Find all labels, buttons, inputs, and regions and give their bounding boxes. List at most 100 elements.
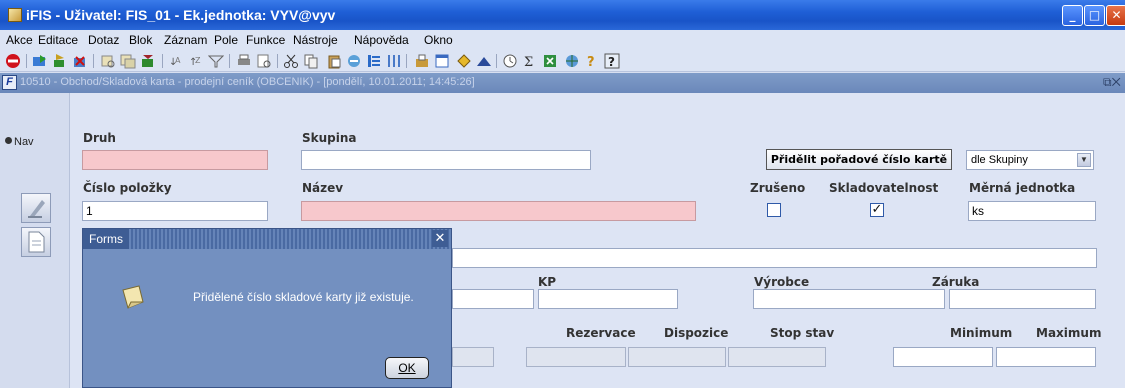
skladovatelnost-checkbox[interactable]: ✓	[870, 203, 884, 217]
toolbar: ↓ A ↑ Z Σ ? ?	[0, 50, 1125, 72]
merna-jednotka-field[interactable]: ks	[968, 201, 1096, 221]
print-icon[interactable]	[236, 53, 252, 69]
vyrobce-field[interactable]	[753, 289, 945, 309]
menu-item-napoveda[interactable]: Nápověda	[354, 33, 409, 47]
stop-stav-label: Stop stav	[770, 326, 835, 340]
maximum-label: Maximum	[1036, 326, 1102, 340]
svg-text:?: ?	[587, 55, 595, 69]
toolbar-separator	[277, 54, 278, 68]
window-title: iFIS - Uživatel: FIS_01 - Ek.jednotka: V…	[26, 7, 336, 23]
zruseno-checkbox[interactable]	[767, 203, 781, 217]
zruseno-label: Zrušeno	[750, 181, 806, 195]
close-button[interactable]: ✕	[1106, 5, 1125, 26]
svg-text:A: A	[175, 56, 181, 65]
clock-icon[interactable]	[502, 53, 518, 69]
help-wizard-icon[interactable]: ?	[584, 53, 600, 69]
list-icon[interactable]	[366, 53, 382, 69]
nazev-field[interactable]	[301, 201, 696, 221]
inner-window-title-bar: F 10510 - Obchod/Skladová karta - prodej…	[0, 73, 1125, 93]
query-cancel-icon[interactable]	[140, 53, 156, 69]
cislo-polozky-label: Číslo položky	[83, 181, 172, 195]
chevron-down-icon[interactable]: ▼	[1077, 153, 1091, 167]
skupina-field[interactable]	[301, 150, 591, 170]
excel-icon[interactable]	[542, 53, 558, 69]
dialog-message: Přidělené číslo skladové karty již exist…	[193, 290, 414, 304]
nazev-label: Název	[302, 181, 344, 195]
save-icon[interactable]	[32, 53, 48, 69]
minimum-field[interactable]	[893, 347, 993, 367]
grid-icon[interactable]	[386, 53, 402, 69]
toolbar-separator	[26, 54, 27, 68]
window-icon[interactable]	[434, 53, 450, 69]
assign-mode-value: dle Skupiny	[971, 154, 1028, 166]
skupina-label: Skupina	[302, 131, 357, 145]
menu-item-funkce[interactable]: Funkce	[246, 33, 285, 47]
zaruka-label: Záruka	[932, 275, 980, 289]
commit-icon[interactable]	[52, 53, 68, 69]
merna-jednotka-label: Měrná jednotka	[969, 181, 1076, 195]
menu-item-nastroje[interactable]: Nástroje	[293, 33, 338, 47]
zaruka-field[interactable]	[949, 289, 1096, 309]
restore-icon[interactable]: ⧉✕	[1103, 75, 1123, 90]
sort-asc-icon[interactable]: ↓A	[168, 53, 184, 69]
up-icon[interactable]	[476, 53, 492, 69]
description-field[interactable]	[452, 248, 1097, 268]
cislo-polozky-field[interactable]: 1	[82, 201, 268, 221]
dialog-title-bar[interactable]: Forms ✕	[83, 229, 451, 249]
print-preview-icon[interactable]	[256, 53, 272, 69]
toolbar-separator	[406, 54, 407, 68]
cut-icon[interactable]	[283, 53, 299, 69]
maximum-field[interactable]	[996, 347, 1096, 367]
ok-button[interactable]: OK	[385, 357, 429, 379]
menu-item-akce[interactable]: Akce	[6, 33, 33, 47]
tools-icon[interactable]	[456, 53, 472, 69]
stop-stav-field	[728, 347, 826, 367]
nav-radio[interactable]: Nav	[5, 136, 34, 148]
paste-icon[interactable]	[326, 53, 342, 69]
menu-item-editace[interactable]: Editace	[38, 33, 78, 47]
dispozice-field	[628, 347, 726, 367]
rollback-icon[interactable]	[72, 53, 88, 69]
help-icon[interactable]: ?	[604, 53, 620, 69]
minimize-button[interactable]: _	[1062, 5, 1083, 26]
document-icon	[28, 231, 45, 253]
exit-icon[interactable]	[5, 53, 21, 69]
menu-item-pole[interactable]: Pole	[214, 33, 238, 47]
kp-field[interactable]	[538, 289, 678, 309]
forms-dialog: Forms ✕ Přidělené číslo skladové karty j…	[82, 228, 452, 388]
svg-text:?: ?	[608, 55, 615, 69]
sum-icon[interactable]: Σ	[522, 53, 538, 69]
edit-side-button[interactable]	[21, 193, 51, 223]
assign-number-button[interactable]: Přidělit pořadové číslo kartě	[766, 149, 952, 170]
svg-text:Z: Z	[195, 56, 201, 65]
menu-item-okno[interactable]: Okno	[424, 33, 453, 47]
maximize-button[interactable]: □	[1084, 5, 1105, 26]
export-icon[interactable]	[414, 53, 430, 69]
query-execute-icon[interactable]	[120, 53, 136, 69]
filter-icon[interactable]	[208, 53, 224, 69]
assign-mode-select[interactable]: dle Skupiny ▼	[966, 150, 1094, 170]
copy-icon[interactable]	[303, 53, 319, 69]
skladovatelnost-label: Skladovatelnost	[829, 181, 939, 195]
globe-icon[interactable]	[564, 53, 580, 69]
toolbar-separator	[496, 54, 497, 68]
inner-window-title: 10510 - Obchod/Skladová karta - prodejní…	[20, 76, 475, 88]
rezervace-field	[526, 347, 626, 367]
document-side-button[interactable]	[21, 227, 51, 257]
app-icon	[8, 8, 22, 22]
app-window: iFIS - Uživatel: FIS_01 - Ek.jednotka: V…	[0, 0, 1125, 388]
dispozice-label: Dispozice	[664, 326, 729, 340]
minimum-label: Minimum	[950, 326, 1013, 340]
menu-item-blok[interactable]: Blok	[129, 33, 152, 47]
field-before-kp[interactable]	[452, 289, 534, 309]
dialog-close-icon[interactable]: ✕	[432, 230, 448, 247]
kp-label: KP	[538, 275, 557, 289]
menu-item-dotaz[interactable]: Dotaz	[88, 33, 119, 47]
query-enter-icon[interactable]	[100, 53, 116, 69]
vyrobce-label: Výrobce	[754, 275, 810, 289]
wizard-icon[interactable]	[346, 53, 362, 69]
druh-field[interactable]	[82, 150, 268, 170]
left-sidebar: Nav	[0, 93, 70, 388]
sort-desc-icon[interactable]: ↑Z	[188, 53, 204, 69]
menu-item-zaznam[interactable]: Záznam	[164, 33, 207, 47]
